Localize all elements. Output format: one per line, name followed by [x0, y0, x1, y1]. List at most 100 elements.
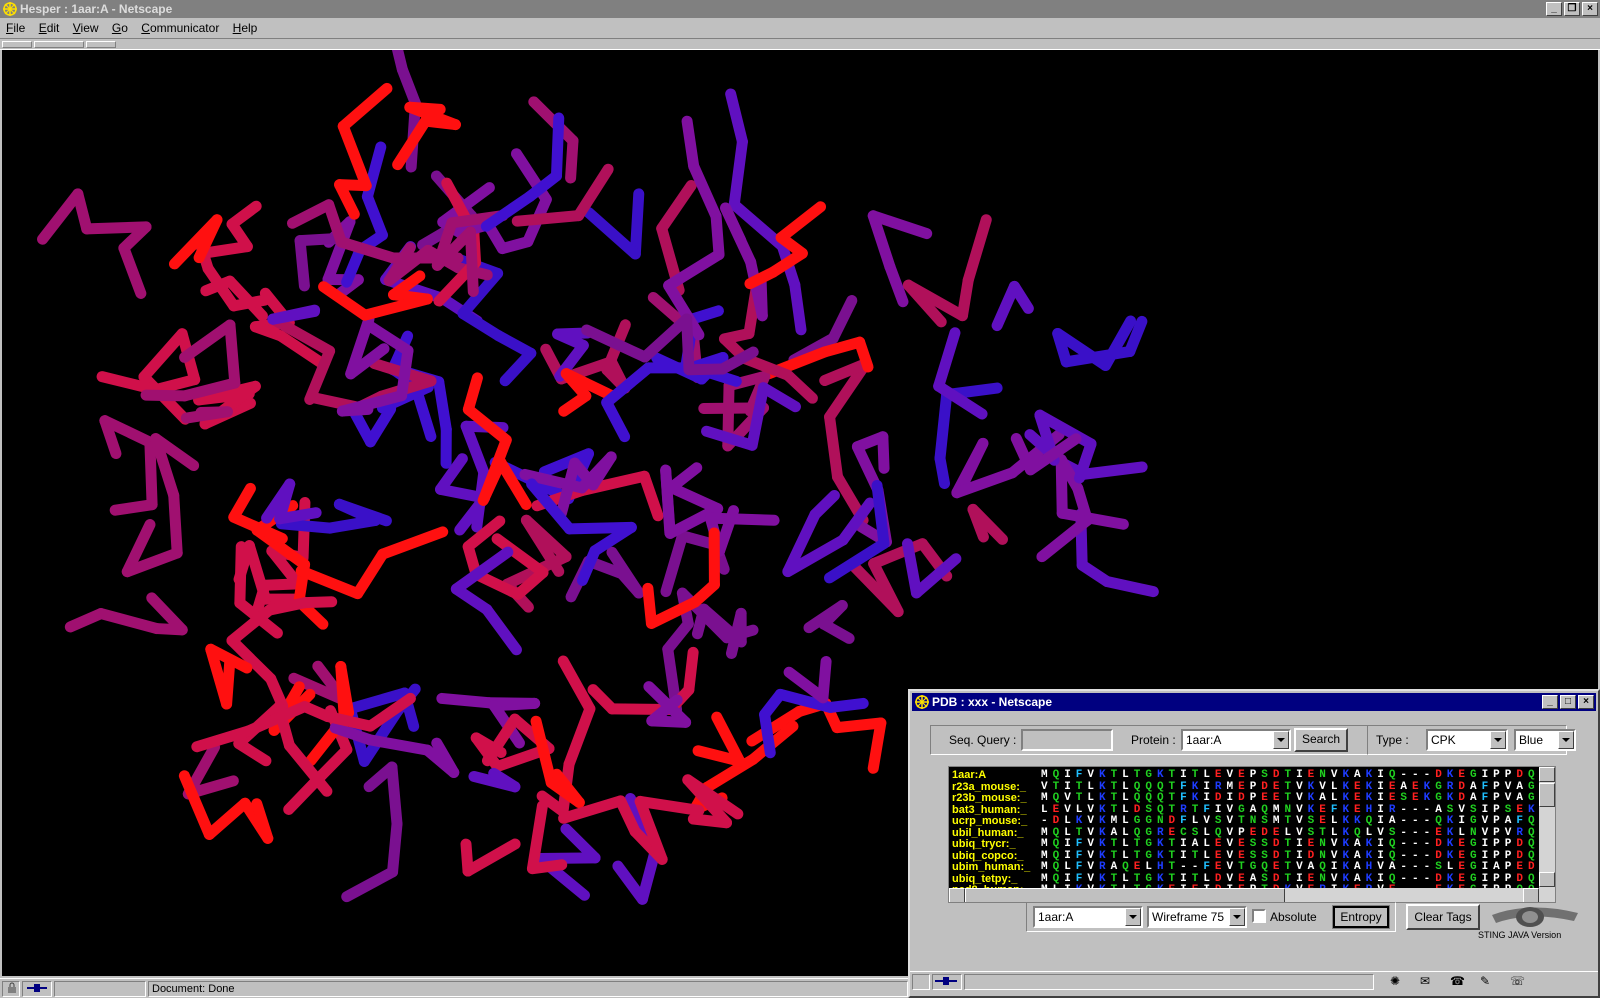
- vertical-scrollbar[interactable]: [1539, 767, 1555, 902]
- toolbar-grip-strip: [0, 38, 1600, 50]
- type-label: Type :: [1376, 733, 1409, 747]
- bond-stick: [295, 565, 364, 600]
- menu-go[interactable]: Go: [112, 21, 128, 35]
- menu-edit[interactable]: Edit: [39, 21, 60, 35]
- netscape-wheel-icon[interactable]: ✺: [1390, 974, 1400, 988]
- scroll-thumb[interactable]: [1539, 783, 1555, 807]
- alignment-row[interactable]: ubiq_copco:_ M Q I F V K T L T G K T I T L E V E S S D T I D N V K A…: [949, 850, 1549, 862]
- menu-communicator[interactable]: Communicator: [141, 21, 219, 35]
- bond-stick: [144, 436, 158, 511]
- menu-view[interactable]: View: [73, 21, 99, 35]
- close-button[interactable]: ×: [1582, 2, 1598, 16]
- chain-select[interactable]: 1aar:A: [1033, 906, 1143, 928]
- bond-stick: [337, 120, 372, 192]
- residue-sticks: [1052, 315, 1148, 371]
- bond-stick: [462, 372, 483, 415]
- render-mode-select[interactable]: Wireframe 75: [1147, 906, 1247, 928]
- sequence-name: ubil_human:_: [952, 826, 1024, 839]
- bond-stick: [1101, 575, 1159, 598]
- composer-icon[interactable]: ✎: [1480, 974, 1490, 988]
- bond-stick: [64, 608, 107, 633]
- sequence-alignment[interactable]: ned8_human:_MLIKVKTLTGKEIEIDIEPTDKVERIKE…: [948, 766, 1556, 903]
- protein-select[interactable]: 1aar:A: [1181, 729, 1291, 751]
- chevron-down-icon[interactable]: [1125, 908, 1141, 926]
- residue-sticks: [783, 656, 832, 704]
- absolute-checkbox[interactable]: [1252, 909, 1266, 923]
- search-button[interactable]: Search: [1294, 728, 1348, 752]
- bond-stick: [710, 210, 725, 260]
- residue-sticks: [37, 188, 152, 299]
- alignment-row[interactable]: ubiq_trycr:_ M Q I F V K T L T G K T I A L E V E S S D T I E N V K A…: [949, 838, 1549, 850]
- sequence-residues-colored: LEVLVKTLDSQTRTFIVGAQMNVKEFKEHIR---ASVSIP…: [1041, 803, 1535, 816]
- menu-file[interactable]: File: [6, 21, 25, 35]
- maximize-button[interactable]: □: [1560, 695, 1576, 709]
- type-select[interactable]: CPK: [1426, 729, 1508, 751]
- alignment-row[interactable]: r23b_mouse:_ M Q V T L K T L Q Q Q T F K I D I D P E E T V K A L K E…: [949, 792, 1549, 804]
- alignment-row[interactable]: ubim_human:_ M Q L F V R A Q E L H T - - F E V T G Q E T V A Q I K A…: [949, 861, 1549, 873]
- conference-icon[interactable]: ☏: [1510, 974, 1525, 988]
- bond-stick: [359, 293, 433, 321]
- toolbar-grip[interactable]: [86, 41, 116, 48]
- toolbar-grip[interactable]: [2, 41, 32, 48]
- seq-query-input[interactable]: [1021, 729, 1113, 751]
- bond-stick: [665, 482, 724, 515]
- bond-stick: [831, 717, 887, 734]
- chevron-down-icon[interactable]: [1273, 731, 1289, 749]
- minimize-button[interactable]: _: [1542, 695, 1558, 709]
- bond-stick: [934, 452, 951, 490]
- horizontal-scrollbar[interactable]: [949, 888, 1539, 902]
- sequence-residues-colored: MQIFVKTLTGKTIALEVESSDTIENVKAKIQ---DKEGIP…: [1041, 838, 1535, 850]
- alignment-row[interactable]: bat3_human:_ L E V L V K T L D S Q T R T F I V G A Q M N V K E F K E…: [949, 804, 1549, 816]
- sequence-name: ubiq_copco:_: [952, 849, 1024, 862]
- bond-stick: [573, 163, 614, 222]
- bond-stick: [877, 431, 890, 474]
- close-button[interactable]: ×: [1578, 695, 1594, 709]
- bond-stick: [558, 390, 592, 417]
- clear-tags-button[interactable]: Clear Tags: [1406, 904, 1480, 930]
- discussion-icon[interactable]: ☎: [1450, 974, 1465, 988]
- scroll-left-button[interactable]: [949, 888, 965, 902]
- color-select[interactable]: Blue: [1514, 729, 1576, 751]
- alignment-row[interactable]: r23a_mouse:_ V T I T L K T L Q Q Q T F K I R M E P D E T V K V L K E…: [949, 781, 1549, 793]
- bond-stick: [725, 607, 747, 659]
- title-bar: Hesper : 1aar:A - Netscape _ ❐ ×: [0, 0, 1600, 18]
- bond-stick: [1056, 507, 1129, 530]
- entropy-button[interactable]: Entropy: [1332, 905, 1390, 929]
- chevron-down-icon[interactable]: [1229, 908, 1245, 926]
- lock-icon[interactable]: [912, 974, 930, 990]
- scroll-thumb[interactable]: [965, 888, 1285, 902]
- chevron-down-icon[interactable]: [1558, 731, 1574, 749]
- connection-icon: [22, 981, 52, 997]
- chevron-down-icon[interactable]: [1490, 731, 1506, 749]
- menu-bar: File Edit View Go Communicator Help: [0, 18, 1600, 38]
- alignment-row[interactable]: 1aar:A M Q I F V K T L T G K T I T L E V E P S D T I E N V K A K I Q - - -…: [949, 769, 1549, 781]
- scroll-up-button[interactable]: [1539, 767, 1555, 782]
- sequence-name: ubim_human:_: [952, 861, 1031, 873]
- residue-sticks: [295, 526, 449, 600]
- lock-icon[interactable]: [2, 981, 20, 997]
- bond-stick: [775, 201, 827, 244]
- bond-stick: [933, 327, 961, 392]
- bond-stick: [681, 313, 695, 376]
- bond-stick: [150, 374, 201, 396]
- component-bar: ✺ ✉ ☎ ✎ ☏: [1380, 974, 1590, 990]
- alignment-row[interactable]: ubiq_tetpy:_ M Q I F V K T L T G K T I T L D V E A S D T I E N V K A…: [949, 873, 1549, 885]
- connection-icon: [932, 974, 962, 990]
- bond-stick: [361, 191, 388, 241]
- toolbar-grip[interactable]: [34, 41, 84, 48]
- scroll-down-button[interactable]: [1539, 872, 1555, 887]
- bond-stick: [824, 411, 844, 483]
- bond-stick: [140, 389, 191, 402]
- alignment-row[interactable]: ubil_human:_ M Q L T V K A L Q G R E C S L Q V P E D E L V S T L K Q…: [949, 827, 1549, 839]
- menu-help[interactable]: Help: [233, 21, 258, 35]
- minimize-button[interactable]: _: [1546, 2, 1562, 16]
- mail-icon[interactable]: ✉: [1420, 974, 1430, 988]
- bond-stick: [563, 521, 637, 535]
- bond-stick: [867, 717, 887, 774]
- restore-button[interactable]: ❐: [1564, 2, 1580, 16]
- bond-stick: [464, 226, 479, 297]
- residue-sticks: [450, 546, 522, 656]
- sequence-name: ubiq_tetpy:_: [952, 872, 1018, 885]
- alignment-row[interactable]: ucrp_mouse:_ - D L K V K M L G G N D F L V S V T N S M T V S E L K K…: [949, 815, 1549, 827]
- bond-stick: [1008, 280, 1034, 314]
